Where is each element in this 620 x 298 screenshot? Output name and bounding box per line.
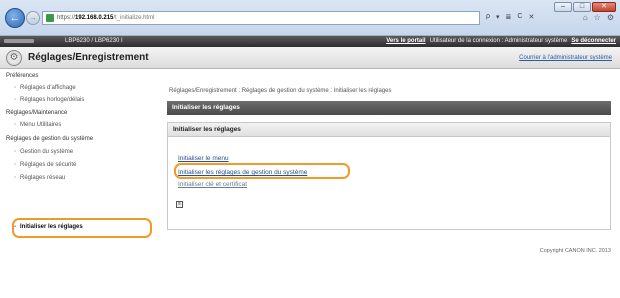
back-arrow-icon[interactable]: ← <box>5 8 25 28</box>
refresh-icon[interactable]: C <box>517 13 522 21</box>
sidebar-item-system-management[interactable]: ▫ Gestion du système <box>14 149 73 155</box>
sidebar-group-system: Réglages de gestion du système <box>6 136 94 142</box>
sidebar-item-utilities[interactable]: ▫ Menu Utilitaires <box>14 122 61 128</box>
main-content: Réglages/Enregistrement : Réglages de ge… <box>163 70 615 254</box>
mail-admin-link[interactable]: Courrier à l'administrateur système <box>519 55 612 61</box>
section-header: Initialiser les réglages <box>167 101 611 115</box>
dropdown-icon[interactable]: ▾ <box>496 13 500 21</box>
browser-chrome: ← → https:// 192.168.0.215 /t_initialize… <box>0 0 620 36</box>
copyright: Copyright CANON INC. 2013 <box>539 248 611 254</box>
main-link-highlight <box>174 163 350 179</box>
sidebar-item-security[interactable]: ▫ Réglages de sécurité <box>14 162 76 168</box>
maximize-button[interactable]: □ <box>573 2 591 12</box>
sidebar-highlight <box>12 218 152 238</box>
sidebar-group-maintenance: Réglages/Maintenance <box>6 110 68 116</box>
logout-link[interactable]: Se déconnecter <box>571 38 616 44</box>
logged-user-text: Utilisateur de la connexion : Administra… <box>429 38 568 44</box>
url-prefix: https:// <box>57 15 76 21</box>
sidebar-item-network[interactable]: ▫ Réglages réseau <box>14 175 65 181</box>
sidebar-item-display[interactable]: ▫ Réglages d'affichage <box>14 85 76 91</box>
url-path: /t_initialize.html <box>113 15 155 21</box>
sidebar-item-label: Réglages d'affichage <box>20 85 76 91</box>
favorites-star-icon[interactable]: ☆ <box>594 13 601 22</box>
sidebar-item-label: Menu Utilitaires <box>20 122 62 128</box>
printer-model: LBP6230 / LBP6230 I <box>65 38 123 44</box>
init-menu-link[interactable]: Initialiser le menu <box>178 155 229 162</box>
close-window-button[interactable]: ✕ <box>592 2 616 12</box>
top-banner: LBP6230 / LBP6230 I Vers le portail Util… <box>0 36 620 47</box>
page-top-icon[interactable]: ≡ <box>176 201 183 208</box>
init-key-cert-link[interactable]: Initialiser clé et certificat <box>178 181 247 188</box>
sidebar-item-label: Gestion du système <box>20 149 74 155</box>
portal-link[interactable]: Vers le portail <box>386 38 425 44</box>
address-tools: ρ ▾ ≣ C ✕ <box>486 13 534 21</box>
settings-gear-icon-large: ⚙ <box>6 50 22 66</box>
sidebar-group-preferences: Préférences <box>6 73 39 79</box>
certificate-icon[interactable]: ≣ <box>506 13 512 21</box>
page-title: Réglages/Enregistrement <box>28 52 149 63</box>
window-controls: – □ ✕ <box>554 2 616 12</box>
panel-title: Initialiser les réglages <box>168 123 610 137</box>
search-icon[interactable]: ρ <box>486 13 490 21</box>
site-favicon-icon <box>46 14 54 22</box>
settings-gear-icon[interactable]: ⚙ <box>607 13 614 22</box>
minimize-button[interactable]: – <box>554 2 572 12</box>
url-host: 192.168.0.215 <box>75 15 114 21</box>
forward-arrow-icon[interactable]: → <box>26 11 40 25</box>
sidebar-item-clock[interactable]: ▫ Réglages horloge/délais <box>14 97 84 103</box>
sidebar-item-label: Réglages de sécurité <box>20 162 77 168</box>
sidebar-item-label: Réglages horloge/délais <box>20 97 85 103</box>
page-titlebar: ⚙ Réglages/Enregistrement Courrier à l'a… <box>0 47 620 69</box>
sidebar-item-label: Réglages réseau <box>20 175 66 181</box>
brand-logo <box>4 39 34 43</box>
breadcrumb: Réglages/Enregistrement : Réglages de ge… <box>169 88 392 94</box>
stop-icon[interactable]: ✕ <box>528 13 534 21</box>
address-bar[interactable]: https:// 192.168.0.215 /t_initialize.htm… <box>42 11 480 25</box>
home-icon[interactable]: ⌂ <box>583 13 588 22</box>
toolbar-icons: ⌂ ☆ ⚙ <box>583 13 614 22</box>
